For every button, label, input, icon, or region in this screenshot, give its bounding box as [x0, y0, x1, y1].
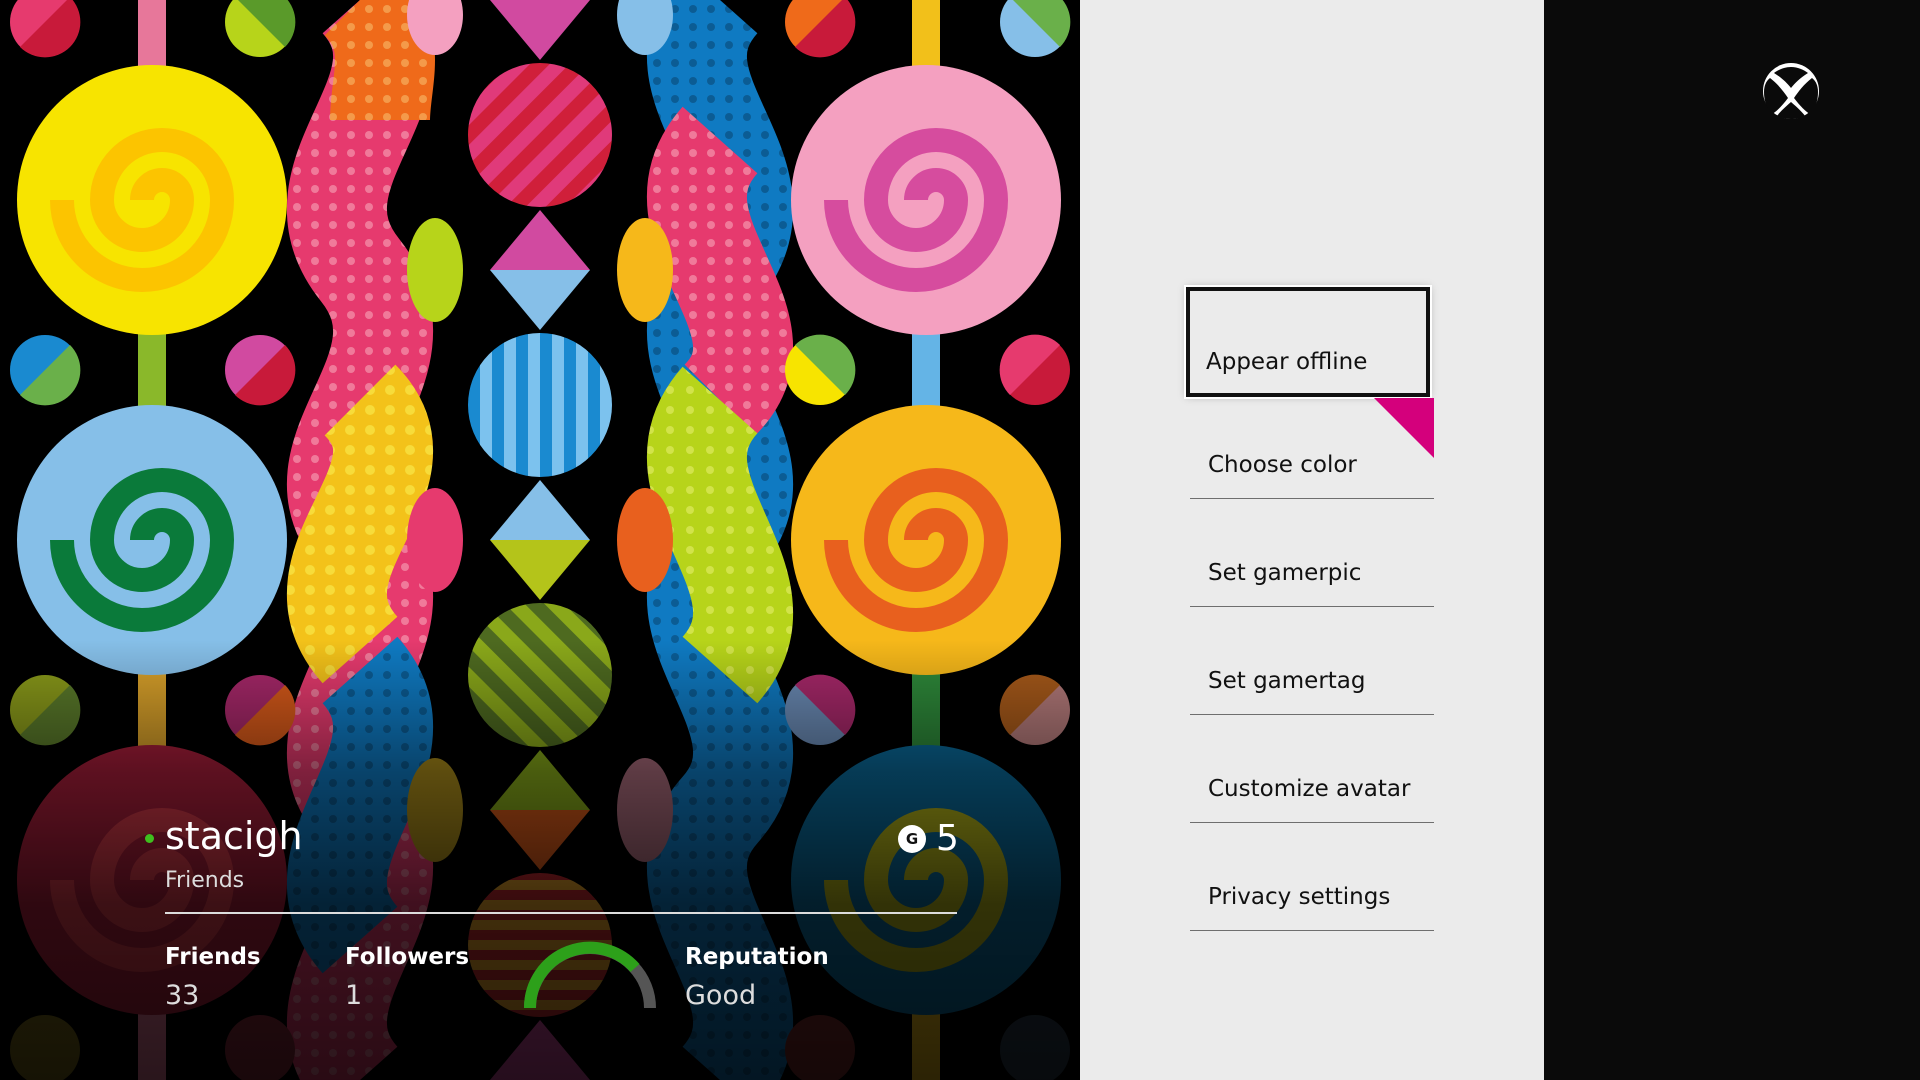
online-presence-icon — [145, 834, 154, 843]
gamerscore-value: 5 — [936, 818, 959, 859]
followers-count: 1 — [345, 980, 363, 1011]
gamerscore-icon: G — [898, 824, 926, 853]
reputation-label: Reputation — [685, 944, 829, 970]
menu-item-label: Choose color — [1208, 452, 1357, 478]
xbox-icon[interactable] — [1762, 62, 1820, 120]
friends-label: Friends — [165, 944, 261, 970]
menu-item-label: Privacy settings — [1208, 884, 1391, 910]
gamertag: stacigh — [165, 814, 303, 858]
reputation-value: Good — [685, 980, 757, 1011]
relationship-label: Friends — [165, 868, 245, 893]
menu-item-appear-offline[interactable]: Appear offline — [1186, 287, 1430, 397]
menu-item-label: Appear offline — [1206, 349, 1368, 375]
menu-item-set-gamerpic[interactable]: Set gamerpic — [1190, 499, 1434, 607]
profile-divider — [165, 912, 957, 914]
profile-card: stacigh Friends G 5 Friends 33 Followers… — [0, 0, 1080, 1080]
menu-item-choose-color[interactable]: Choose color — [1190, 391, 1434, 499]
reputation-gauge-icon — [523, 941, 656, 1009]
friends-count: 33 — [165, 980, 200, 1011]
profile-options-menu: Appear offline Choose color Set gamerpic… — [1080, 0, 1544, 1080]
menu-item-label: Set gamerpic — [1208, 560, 1362, 586]
menu-item-privacy-settings[interactable]: Privacy settings — [1190, 823, 1434, 931]
gamerscore: G 5 — [898, 818, 959, 859]
menu-item-label: Customize avatar — [1208, 776, 1411, 802]
followers-label: Followers — [345, 944, 470, 970]
profile-panel: stacigh Friends G 5 Friends 33 Followers… — [0, 0, 1080, 1080]
menu-item-customize-avatar[interactable]: Customize avatar — [1190, 715, 1434, 823]
menu-item-set-gamertag[interactable]: Set gamertag — [1190, 607, 1434, 715]
menu-item-label: Set gamertag — [1208, 668, 1366, 694]
guide-sidebar — [1544, 0, 1920, 1080]
